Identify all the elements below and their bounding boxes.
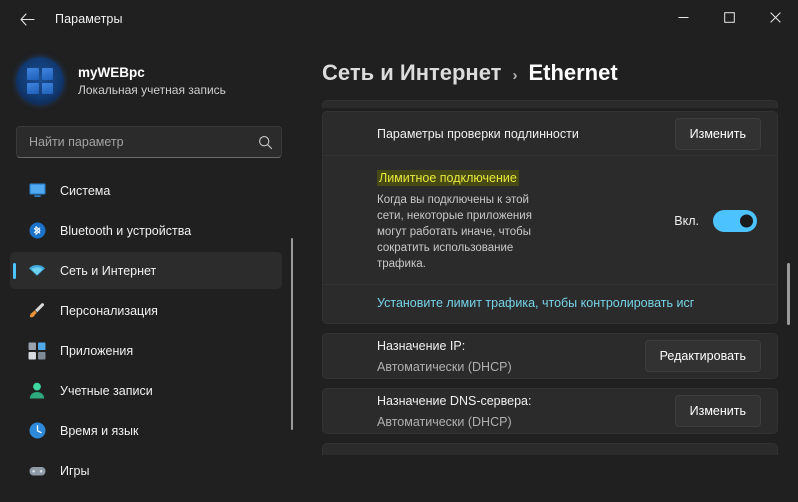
sidebar-item-label: Игры <box>60 463 90 478</box>
sidebar-item-apps[interactable]: Приложения <box>10 332 282 369</box>
breadcrumb-separator-icon: › <box>512 67 518 84</box>
sidebar: myWEBpc Локальная учетная запись Найти п… <box>0 38 310 502</box>
maximize-icon <box>723 10 735 28</box>
person-icon <box>28 382 46 400</box>
maximize-button[interactable] <box>706 0 752 38</box>
card-dns-assignment: Назначение DNS-сервера: Автоматически (D… <box>322 388 778 434</box>
edit-authentication-button[interactable]: Изменить <box>674 117 761 150</box>
toggle-knob <box>740 214 753 227</box>
sidebar-item-label: Сеть и Интернет <box>60 263 157 278</box>
sidebar-scrollbar[interactable] <box>291 238 293 430</box>
minimize-button[interactable] <box>660 0 706 38</box>
sidebar-item-personalization[interactable]: Персонализация <box>10 292 282 329</box>
sidebar-item-time-language[interactable]: Время и язык <box>10 412 282 449</box>
sidebar-item-label: Учетные записи <box>60 383 153 398</box>
edit-dns-button[interactable]: Изменить <box>674 395 761 427</box>
paintbrush-icon <box>28 302 46 320</box>
close-icon <box>769 10 781 28</box>
gamepad-icon <box>28 462 46 480</box>
sidebar-item-label: Приложения <box>60 343 134 358</box>
clock-icon <box>28 422 46 440</box>
bluetooth-icon <box>28 222 46 240</box>
metered-title-highlighted: Лимитное подключение <box>377 170 519 186</box>
breadcrumb: Сеть и Интернет › Ethernet <box>310 38 798 100</box>
search-icon[interactable] <box>258 135 273 150</box>
back-arrow-icon <box>19 12 35 26</box>
minimize-icon <box>678 10 689 28</box>
sidebar-item-label: Bluetooth и устройства <box>60 223 192 238</box>
sidebar-nav: Система Bluetooth и устройства Сеть и Ин… <box>0 172 300 489</box>
card-above-clipped <box>322 100 778 108</box>
apps-grid-icon <box>28 342 46 359</box>
sidebar-item-gaming[interactable]: Игры <box>10 452 282 489</box>
row-metered-connection: Лимитное подключение Когда вы подключены… <box>323 156 777 285</box>
breadcrumb-current: Ethernet <box>528 60 618 85</box>
windows-logo-avatar-icon <box>27 68 53 94</box>
row-label: Назначение DNS-сервера: <box>377 393 532 408</box>
settings-cards: Параметры проверки подлинности Изменить … <box>322 100 778 455</box>
sidebar-item-accounts[interactable]: Учетные записи <box>10 372 282 409</box>
close-button[interactable] <box>752 0 798 38</box>
sidebar-item-bluetooth[interactable]: Bluetooth и устройства <box>10 212 282 249</box>
window-title: Параметры <box>55 12 123 26</box>
window-controls <box>660 0 798 38</box>
settings-window: Параметры myWEBpc Локальная учетная запи… <box>0 0 798 502</box>
metered-toggle-label: Вкл. <box>674 213 699 228</box>
card-gap <box>322 379 778 388</box>
row-ip-assignment: Назначение IP: Автоматически (DHCP) Реда… <box>323 334 777 378</box>
sidebar-item-label: Система <box>60 183 111 198</box>
row-value: Автоматически (DHCP) <box>377 414 512 429</box>
row-dns-assignment: Назначение DNS-сервера: Автоматически (D… <box>323 389 777 433</box>
sidebar-item-network[interactable]: Сеть и Интернет <box>10 252 282 289</box>
avatar <box>16 57 64 105</box>
edit-ip-button[interactable]: Редактировать <box>644 340 761 372</box>
metered-description: Когда вы подключены к этой сети, некотор… <box>377 194 532 270</box>
row-label: Параметры проверки подлинности <box>377 126 579 141</box>
account-subtitle: Локальная учетная запись <box>78 82 226 97</box>
main-content: Сеть и Интернет › Ethernet Параметры про… <box>310 38 798 502</box>
card-ip-assignment: Назначение IP: Автоматически (DHCP) Реда… <box>322 333 778 379</box>
system-monitor-icon <box>28 182 46 200</box>
card-below-clipped <box>322 443 778 455</box>
card-gap <box>322 324 778 333</box>
sidebar-item-label: Персонализация <box>60 303 158 318</box>
account-name: myWEBpc <box>78 64 145 80</box>
data-limit-link[interactable]: Установите лимит трафика, чтобы контроли… <box>377 296 761 310</box>
breadcrumb-parent[interactable]: Сеть и Интернет <box>322 60 501 86</box>
wifi-icon <box>28 262 46 280</box>
row-authentication-settings: Параметры проверки подлинности Изменить <box>323 112 777 156</box>
search-input[interactable] <box>29 135 258 149</box>
title-bar: Параметры <box>0 0 798 38</box>
row-data-limit-link: Установите лимит трафика, чтобы контроли… <box>323 285 777 323</box>
row-value: Автоматически (DHCP) <box>377 359 512 374</box>
sidebar-item-label: Время и язык <box>60 423 139 438</box>
account-block[interactable]: myWEBpc Локальная учетная запись <box>0 38 310 112</box>
content-scrollbar[interactable] <box>787 263 790 325</box>
sidebar-item-system[interactable]: Система <box>10 172 282 209</box>
metered-toggle[interactable] <box>713 209 757 232</box>
back-button[interactable] <box>10 4 44 34</box>
search-box[interactable] <box>16 126 282 158</box>
row-label: Назначение IP: <box>377 338 466 353</box>
card-ethernet-settings: Параметры проверки подлинности Изменить … <box>322 111 778 324</box>
